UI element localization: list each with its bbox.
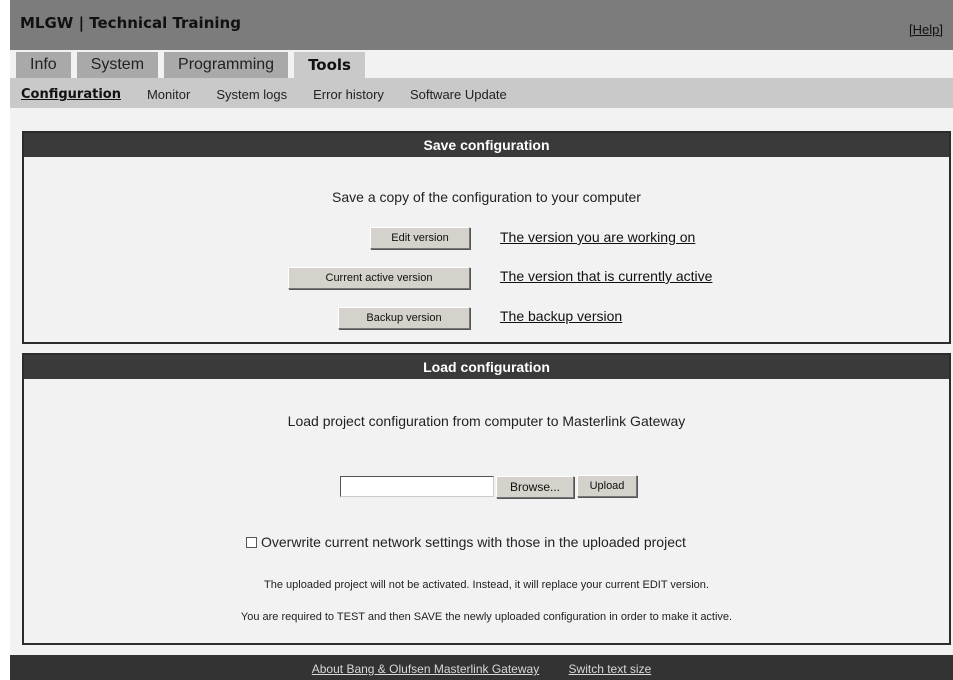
title-bar: MLGW | Technical Training [Help] Info Sy… bbox=[10, 0, 953, 78]
subtab-error-history[interactable]: Error history bbox=[300, 78, 397, 108]
app-title: MLGW | Technical Training bbox=[20, 14, 241, 32]
save-configuration-panel: Save configuration Save a copy of the co… bbox=[22, 131, 951, 344]
upload-note-test-save: You are required to TEST and then SAVE t… bbox=[240, 611, 733, 623]
upload-note-activation: The uploaded project will not be activat… bbox=[264, 579, 709, 591]
tab-info[interactable]: Info bbox=[16, 52, 71, 78]
tab-system[interactable]: System bbox=[76, 52, 159, 78]
tab-tools[interactable]: Tools bbox=[294, 52, 365, 78]
tab-programming[interactable]: Programming bbox=[164, 52, 289, 78]
switch-text-size-link[interactable]: Switch text size bbox=[569, 662, 652, 676]
browse-button[interactable]: Browse... bbox=[496, 476, 574, 498]
upload-button[interactable]: Upload bbox=[577, 475, 637, 497]
edit-version-link[interactable]: The version you are working on bbox=[500, 229, 695, 245]
save-intro-text: Save a copy of the configuration to your… bbox=[332, 189, 641, 205]
main-tabs: Info System Programming Tools bbox=[16, 52, 365, 78]
edit-version-button[interactable]: Edit version bbox=[370, 227, 470, 249]
subtab-configuration[interactable]: Configuration bbox=[10, 78, 134, 108]
overwrite-network-settings-option[interactable]: Overwrite current network settings with … bbox=[246, 534, 686, 550]
file-path-input[interactable] bbox=[340, 476, 494, 497]
help-link[interactable]: [Help] bbox=[909, 22, 943, 37]
help-container: [Help] bbox=[909, 22, 943, 37]
load-panel-heading: Load configuration bbox=[24, 355, 949, 379]
app-frame: MLGW | Technical Training [Help] Info Sy… bbox=[10, 0, 953, 680]
save-panel-heading: Save configuration bbox=[24, 133, 949, 157]
sub-tab-bar: Configuration Monitor System logs Error … bbox=[10, 78, 953, 108]
footer-links: About Bang & Olufsen Masterlink Gateway … bbox=[10, 655, 953, 680]
overwrite-checkbox[interactable] bbox=[246, 537, 257, 548]
subtab-system-logs[interactable]: System logs bbox=[203, 78, 300, 108]
overwrite-label: Overwrite current network settings with … bbox=[261, 534, 686, 550]
current-active-version-link[interactable]: The version that is currently active bbox=[500, 268, 712, 284]
footer-bar: About Bang & Olufsen Masterlink Gateway … bbox=[10, 655, 953, 680]
backup-version-button[interactable]: Backup version bbox=[338, 307, 470, 329]
about-link[interactable]: About Bang & Olufsen Masterlink Gateway bbox=[312, 662, 539, 676]
subtab-monitor[interactable]: Monitor bbox=[134, 78, 203, 108]
subtab-software-update[interactable]: Software Update bbox=[397, 78, 520, 108]
backup-version-link[interactable]: The backup version bbox=[500, 308, 622, 324]
current-active-version-button[interactable]: Current active version bbox=[288, 267, 470, 289]
sub-tabs: Configuration Monitor System logs Error … bbox=[10, 78, 520, 108]
load-intro-text: Load project configuration from computer… bbox=[287, 413, 686, 429]
load-configuration-panel: Load configuration Load project configur… bbox=[22, 353, 951, 645]
